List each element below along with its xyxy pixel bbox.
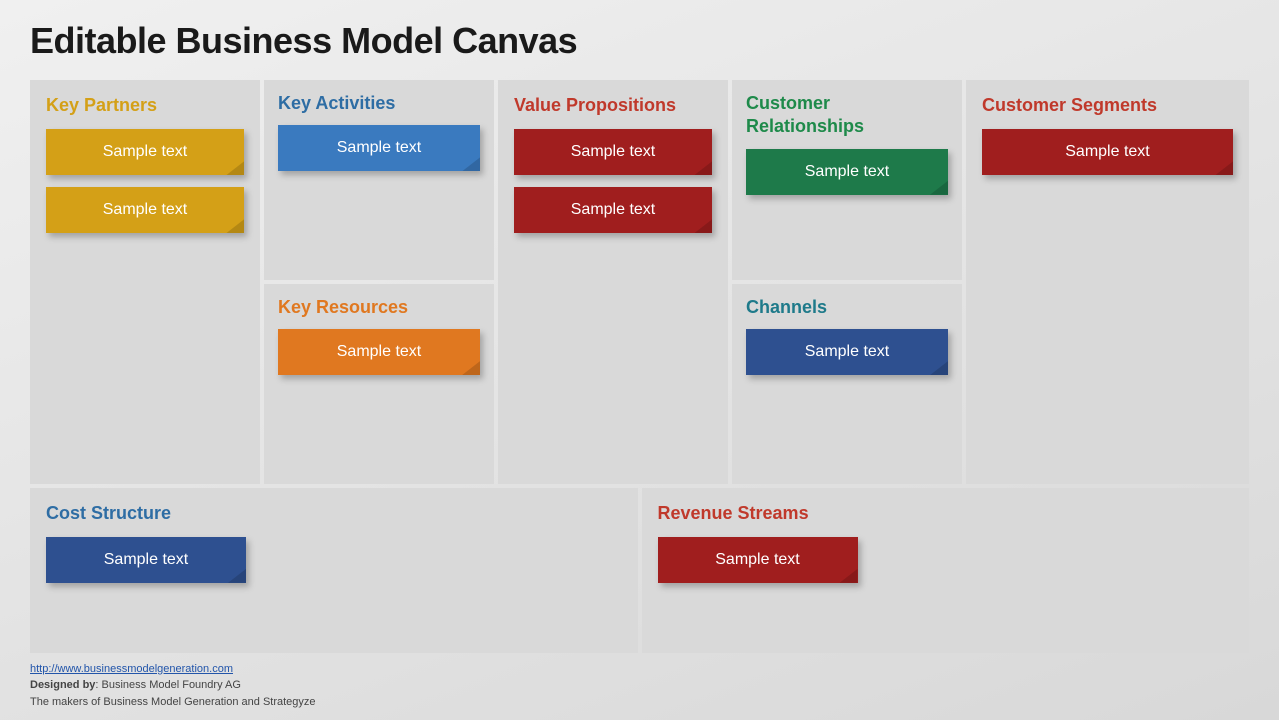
value-propositions-btn-2[interactable]: Sample text — [514, 187, 712, 233]
customer-relationships-title: Customer Relationships — [746, 92, 948, 139]
cost-structure-btn-1[interactable]: Sample text — [46, 537, 246, 583]
revenue-streams-title: Revenue Streams — [658, 502, 1234, 525]
footer-line3: The makers of Business Model Generation … — [30, 694, 1249, 711]
page-wrapper: Editable Business Model Canvas Key Partn… — [0, 0, 1279, 720]
key-partners-btn-1[interactable]: Sample text — [46, 129, 244, 175]
cell-customer-relationships: Customer Relationships Sample text — [732, 80, 962, 280]
cell-key-activities: Key Activities Sample text — [264, 80, 494, 280]
canvas-area: Key Partners Sample text Sample text Key… — [30, 80, 1249, 653]
customer-segments-title: Customer Segments — [982, 94, 1233, 117]
channels-title: Channels — [746, 296, 948, 319]
value-propositions-title: Value Propositions — [514, 94, 712, 117]
key-partners-title: Key Partners — [46, 94, 244, 117]
key-resources-title: Key Resources — [278, 296, 480, 319]
value-propositions-btn-1[interactable]: Sample text — [514, 129, 712, 175]
cell-revenue-streams: Revenue Streams Sample text — [642, 488, 1250, 653]
cell-key-resources: Key Resources Sample text — [264, 284, 494, 484]
cell-cost-structure: Cost Structure Sample text — [30, 488, 638, 653]
footer: http://www.businessmodelgeneration.com D… — [30, 661, 1249, 711]
split-cell-rel-channels: Customer Relationships Sample text Chann… — [732, 80, 962, 484]
footer-url[interactable]: http://www.businessmodelgeneration.com — [30, 661, 1249, 678]
key-activities-title: Key Activities — [278, 92, 480, 115]
key-partners-btn-2[interactable]: Sample text — [46, 187, 244, 233]
cost-structure-title: Cost Structure — [46, 502, 622, 525]
split-cell-activities-resources: Key Activities Sample text Key Resources… — [264, 80, 494, 484]
page-title: Editable Business Model Canvas — [30, 20, 1249, 62]
key-resources-btn-1[interactable]: Sample text — [278, 329, 480, 375]
cell-key-partners: Key Partners Sample text Sample text — [30, 80, 260, 484]
footer-line2: Designed by: Business Model Foundry AG — [30, 677, 1249, 694]
customer-segments-btn-1[interactable]: Sample text — [982, 129, 1233, 175]
revenue-streams-btn-1[interactable]: Sample text — [658, 537, 858, 583]
bottom-section: Cost Structure Sample text Revenue Strea… — [30, 488, 1249, 653]
channels-btn-1[interactable]: Sample text — [746, 329, 948, 375]
customer-relationships-btn-1[interactable]: Sample text — [746, 149, 948, 195]
cell-customer-segments: Customer Segments Sample text — [966, 80, 1249, 484]
key-activities-btn-1[interactable]: Sample text — [278, 125, 480, 171]
top-section: Key Partners Sample text Sample text Key… — [30, 80, 1249, 484]
cell-value-propositions: Value Propositions Sample text Sample te… — [498, 80, 728, 484]
cell-channels: Channels Sample text — [732, 284, 962, 484]
